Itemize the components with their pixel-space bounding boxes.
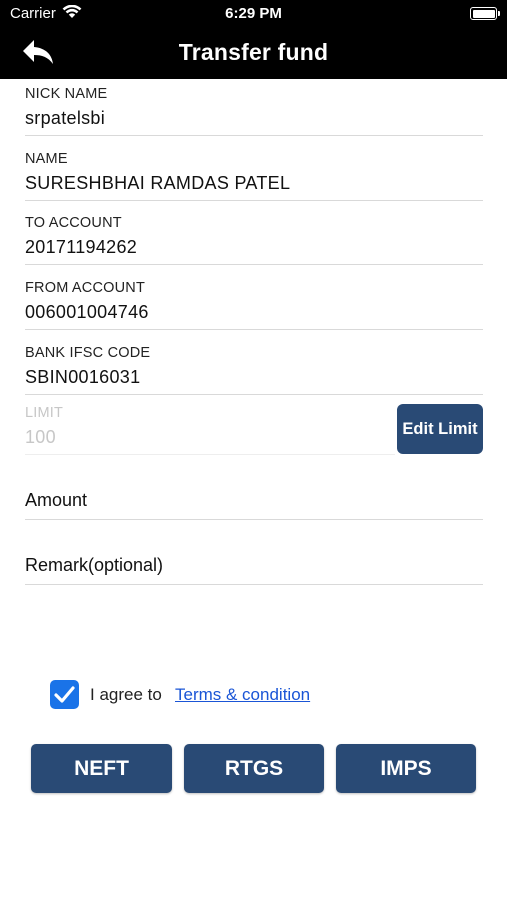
- name-value: SURESHBHAI RAMDAS PATEL: [25, 173, 291, 193]
- limit-field: LIMIT 100: [25, 398, 395, 455]
- checkmark-icon: [54, 686, 75, 703]
- from-account-label: FROM ACCOUNT: [25, 280, 146, 296]
- battery-icon: [470, 7, 500, 20]
- ifsc-code-field: BANK IFSC CODE SBIN0016031: [25, 338, 483, 395]
- rtgs-button[interactable]: RTGS: [184, 744, 324, 793]
- from-account-field: FROM ACCOUNT 006001004746: [25, 273, 483, 330]
- to-account-field: TO ACCOUNT 20171194262: [25, 208, 483, 265]
- nick-name-value: srpatelsbi: [25, 108, 106, 128]
- from-account-value: 006001004746: [25, 302, 149, 322]
- remark-placeholder: Remark(optional): [25, 555, 164, 575]
- neft-button[interactable]: NEFT: [31, 744, 172, 793]
- ifsc-code-label: BANK IFSC CODE: [25, 345, 151, 361]
- nick-name-field: NICK NAME srpatelsbi: [25, 79, 483, 136]
- status-bar: Carrier 6:29 PM: [0, 0, 507, 28]
- imps-button[interactable]: IMPS: [336, 744, 476, 793]
- edit-limit-button[interactable]: Edit Limit: [397, 404, 483, 454]
- amount-input[interactable]: Amount: [25, 480, 483, 520]
- agree-text: I agree to: [90, 685, 162, 704]
- top-bar: Carrier 6:29 PM Transfer fund: [0, 0, 507, 79]
- name-label: NAME: [25, 151, 68, 167]
- remark-input[interactable]: Remark(optional): [25, 545, 483, 585]
- ifsc-code-value: SBIN0016031: [25, 367, 141, 387]
- nick-name-label: NICK NAME: [25, 86, 108, 102]
- limit-value: 100: [25, 427, 56, 447]
- name-field: NAME SURESHBHAI RAMDAS PATEL: [25, 144, 483, 201]
- agree-checkbox[interactable]: [50, 680, 79, 709]
- amount-placeholder: Amount: [25, 490, 88, 510]
- terms-link[interactable]: Terms & condition: [175, 685, 310, 705]
- status-time: 6:29 PM: [225, 5, 282, 22]
- page-title: Transfer fund: [178, 39, 329, 65]
- limit-label: LIMIT: [25, 405, 64, 421]
- to-account-label: TO ACCOUNT: [25, 215, 122, 231]
- navigation-bar: Transfer fund: [0, 28, 507, 79]
- to-account-value: 20171194262: [25, 237, 138, 257]
